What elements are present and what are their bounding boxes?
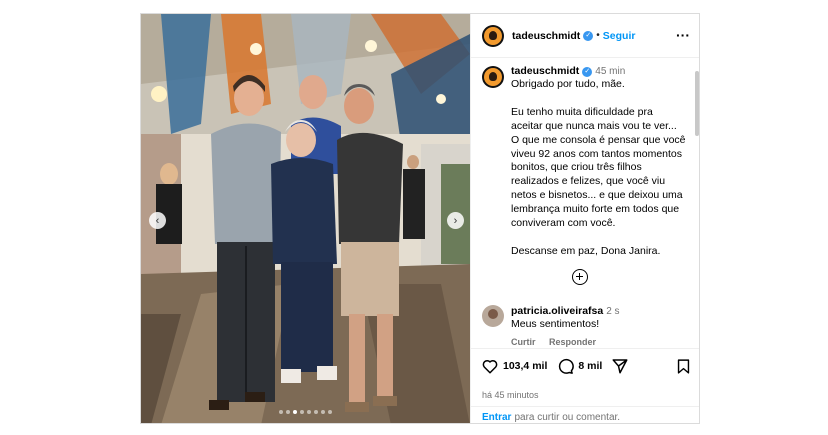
carousel-dot — [321, 410, 325, 414]
comments-scroll-area[interactable]: tadeuschmidt ✓ 45 min Obrigado por tudo, m… — [471, 59, 699, 348]
post-header: tadeuschmidt ✓ • Seguir ··· — [471, 14, 699, 58]
comment-time: 2 s — [606, 306, 620, 317]
login-link[interactable]: Entrar — [482, 412, 511, 423]
verified-badge-icon: ✓ — [583, 30, 594, 41]
author-avatar[interactable] — [482, 24, 504, 47]
post-photo[interactable]: ‹ › — [141, 14, 470, 423]
caption-text: Obrigado por tudo, mãe. Eu tenho muita d… — [511, 78, 686, 257]
carousel-dot — [328, 410, 332, 414]
carousel-dot — [293, 410, 297, 414]
comment-icon[interactable] — [556, 357, 575, 375]
bookmark-icon[interactable] — [675, 358, 692, 375]
carousel-next-button[interactable]: › — [447, 212, 464, 229]
commenter-avatar[interactable] — [482, 305, 504, 327]
caption-time: 45 min — [595, 66, 626, 77]
author-username[interactable]: tadeuschmidt — [512, 30, 580, 42]
caption-username[interactable]: tadeuschmidt — [511, 65, 579, 77]
photo-illustration — [141, 14, 470, 423]
heart-icon[interactable] — [481, 357, 499, 375]
likes-count[interactable]: 103,4 mil — [503, 360, 547, 372]
chevron-right-icon: › — [453, 214, 458, 227]
verified-badge-icon: ✓ — [582, 67, 593, 77]
post-age: há 45 minutos — [482, 390, 539, 400]
carousel-dot — [300, 410, 304, 414]
caption-avatar[interactable] — [482, 66, 504, 88]
carousel-dot — [314, 410, 318, 414]
comment-reply-button[interactable]: Responder — [549, 337, 596, 347]
commenter-username[interactable]: patricia.oliveirafsa — [511, 305, 603, 317]
post-caption: tadeuschmidt ✓ 45 min Obrigado por tudo, m… — [482, 65, 687, 259]
post-side-panel: tadeuschmidt ✓ • Seguir ··· tadeuschmidt… — [470, 14, 699, 423]
comments-count[interactable]: 8 mil — [578, 360, 602, 372]
carousel-prev-button[interactable]: ‹ — [149, 212, 166, 229]
post-actions: 103,4 mil 8 mil há 45 minutos Entrar para… — [471, 348, 699, 423]
caption-header: tadeuschmidt ✓ 45 min — [511, 65, 687, 77]
load-more-comments-icon[interactable] — [572, 269, 588, 285]
login-prompt: Entrar para curtir ou comentar. — [471, 406, 699, 423]
comment-body: patricia.oliveirafsa 2 s Meus sentimentos… — [511, 305, 687, 331]
carousel-dot — [279, 410, 283, 414]
separator-dot: • — [596, 30, 600, 41]
follow-button[interactable]: Seguir — [603, 30, 636, 42]
action-bar: 103,4 mil 8 mil — [481, 357, 629, 375]
comment-like-button[interactable]: Curtir — [511, 337, 536, 347]
comment-actions: Curtir Responder — [511, 337, 687, 347]
comment-text: Meus sentimentos! — [511, 318, 600, 330]
carousel-dot — [307, 410, 311, 414]
comment-item: patricia.oliveirafsa 2 s Meus sentimentos… — [482, 305, 687, 347]
more-horizontal-icon[interactable]: ··· — [676, 27, 690, 43]
carousel-dot — [286, 410, 290, 414]
share-icon[interactable] — [611, 357, 629, 375]
carousel-dots — [141, 410, 470, 414]
login-prompt-text: para curtir ou comentar. — [514, 412, 621, 423]
scrollbar-thumb[interactable] — [695, 71, 699, 136]
instagram-post: ‹ › tadeuschmidt ✓ • Seguir ··· tadeusch… — [140, 13, 700, 424]
chevron-left-icon: ‹ — [155, 214, 160, 227]
